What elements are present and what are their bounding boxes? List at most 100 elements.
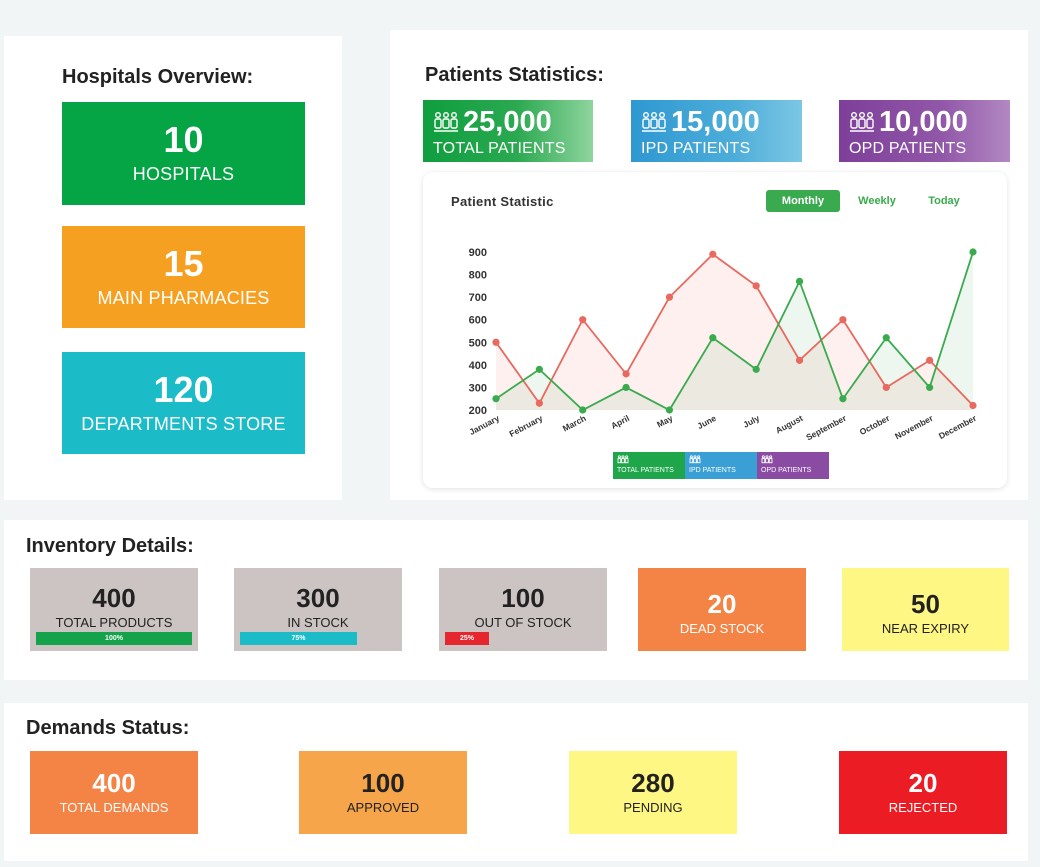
patients-group-icon (434, 112, 458, 132)
main-pharmacies-count: 15 (163, 242, 204, 284)
total-demands-value: 400 (92, 768, 136, 798)
x-tick-label: April (609, 413, 631, 431)
dead-stock-card[interactable]: 20 DEAD STOCK (638, 568, 806, 651)
data-point (795, 277, 804, 285)
data-point (492, 395, 500, 403)
out-of-stock-label: OUT OF STOCK (474, 615, 572, 630)
rejected-value: 20 (908, 768, 938, 798)
patients-group-icon (642, 112, 666, 132)
data-point (665, 293, 674, 301)
total-patients-value: 25,000 (463, 106, 552, 138)
inventory-details-title: Inventory Details: (26, 535, 194, 557)
total-patients-card[interactable]: 25,000 TOTAL PATIENTS (423, 100, 593, 162)
ipd-patients-card[interactable]: 15,000 IPD PATIENTS (631, 100, 802, 162)
pending-value: 280 (631, 768, 675, 798)
y-tick-label: 700 (469, 292, 487, 304)
demands-status-panel: Demands Status: 400 TOTAL DEMANDS 100 AP… (4, 703, 1028, 861)
legend-total-patients[interactable]: TOTAL PATIENTS (613, 452, 685, 479)
y-tick-label: 400 (469, 360, 487, 372)
legend-total-patients-label: TOTAL PATIENTS (617, 467, 674, 474)
data-point (926, 383, 934, 392)
ipd-patients-value: 15,000 (671, 106, 760, 138)
rejected-label: REJECTED (888, 800, 958, 815)
total-products-card[interactable]: 400 TOTAL PRODUCTS 100% (30, 568, 198, 651)
data-point (622, 383, 630, 392)
data-point (969, 401, 977, 410)
patients-group-icon (850, 112, 874, 132)
main-pharmacies-label: MAIN PHARMACIES (97, 287, 270, 308)
near-expiry-card[interactable]: 50 NEAR EXPIRY (842, 568, 1009, 651)
patient-statistic-chart-card: Patient Statistic Monthly Weekly Today 2… (423, 172, 1007, 488)
patients-group-icon (617, 455, 629, 464)
in-stock-card[interactable]: 300 IN STOCK 75% (234, 568, 402, 651)
pending-label: PENDING (623, 800, 683, 815)
y-tick-label: 500 (469, 337, 487, 349)
main-pharmacies-tile[interactable]: 15 MAIN PHARMACIES (62, 226, 305, 328)
in-stock-label: IN STOCK (287, 615, 349, 630)
data-point (535, 365, 543, 373)
data-point (882, 334, 890, 342)
legend-ipd-patients-label: IPD PATIENTS (689, 467, 736, 474)
opd-patients-label: OPD PATIENTS (849, 140, 967, 157)
ipd-patients-label: IPD PATIENTS (641, 140, 751, 157)
y-tick-label: 200 (469, 405, 487, 417)
data-point (579, 406, 587, 414)
x-tick-label: August (774, 413, 805, 436)
hospitals-overview-title: Hospitals Overview: (62, 66, 254, 88)
y-tick-label: 600 (469, 315, 487, 327)
departments-store-tile[interactable]: 120 DEPARTMENTS STORE (62, 352, 305, 454)
y-tick-label: 900 (469, 247, 487, 259)
hospitals-count: 10 (163, 119, 204, 160)
patients-group-icon (689, 455, 701, 464)
total-patients-label: TOTAL PATIENTS (433, 140, 566, 157)
rejected-card[interactable]: 20 REJECTED (839, 751, 1007, 834)
x-tick-label: October (858, 413, 892, 437)
patients-statistics-panel: Patients Statistics: 25,000 TOTAL PATIEN… (390, 30, 1028, 500)
data-point (622, 370, 630, 378)
x-tick-label: September (804, 413, 848, 443)
x-tick-label: February (507, 413, 544, 439)
departments-store-label: DEPARTMENTS STORE (81, 413, 286, 434)
x-tick-label: July (741, 413, 761, 430)
data-point (882, 383, 890, 392)
approved-card[interactable]: 100 APPROVED (299, 751, 467, 834)
out-of-stock-value: 100 (501, 583, 545, 613)
near-expiry-value: 50 (911, 589, 940, 619)
total-demands-label: TOTAL DEMANDS (59, 800, 169, 815)
chart-legend: TOTAL PATIENTS IPD PATIENTS OPD PATIENTS (613, 452, 829, 479)
x-tick-label: May (655, 413, 675, 430)
data-point (839, 316, 847, 324)
legend-opd-patients[interactable]: OPD PATIENTS (757, 452, 829, 479)
out-of-stock-progress-bar: 25% (445, 632, 489, 645)
opd-patients-card[interactable]: 10,000 OPD PATIENTS (839, 100, 1010, 162)
patient-line-chart: 200300400500600700800900January February M… (467, 247, 978, 443)
data-point (752, 282, 760, 290)
legend-opd-patients-label: OPD PATIENTS (761, 467, 812, 474)
approved-value: 100 (361, 768, 405, 798)
opd-patients-value: 10,000 (879, 106, 968, 138)
data-point (492, 338, 500, 346)
x-tick-label: June (696, 413, 718, 431)
approved-label: APPROVED (346, 800, 420, 815)
total-products-label: TOTAL PRODUCTS (55, 615, 173, 630)
patients-statistics-title: Patients Statistics: (425, 64, 604, 86)
data-point (795, 356, 804, 364)
hospitals-label: HOSPITALS (132, 164, 235, 184)
data-point (752, 365, 760, 373)
demands-status-title: Demands Status: (26, 717, 190, 739)
x-tick-label: March (561, 413, 588, 434)
in-stock-progress-bar: 75% (240, 632, 357, 645)
data-point (709, 334, 717, 342)
pending-card[interactable]: 280 PENDING (569, 751, 737, 834)
data-point (665, 406, 674, 414)
y-tick-label: 300 (469, 382, 487, 394)
total-demands-card[interactable]: 400 TOTAL DEMANDS (30, 751, 198, 834)
legend-ipd-patients[interactable]: IPD PATIENTS (685, 452, 757, 479)
hospitals-tile[interactable]: 10 HOSPITALS (62, 102, 305, 205)
total-products-progress-bar: 100% (36, 632, 192, 645)
data-point (535, 399, 543, 407)
x-tick-label: November (893, 413, 935, 442)
inventory-details-panel: Inventory Details: 400 TOTAL PRODUCTS 10… (4, 520, 1028, 680)
data-point (926, 356, 934, 364)
out-of-stock-card[interactable]: 100 OUT OF STOCK 25% (439, 568, 607, 651)
